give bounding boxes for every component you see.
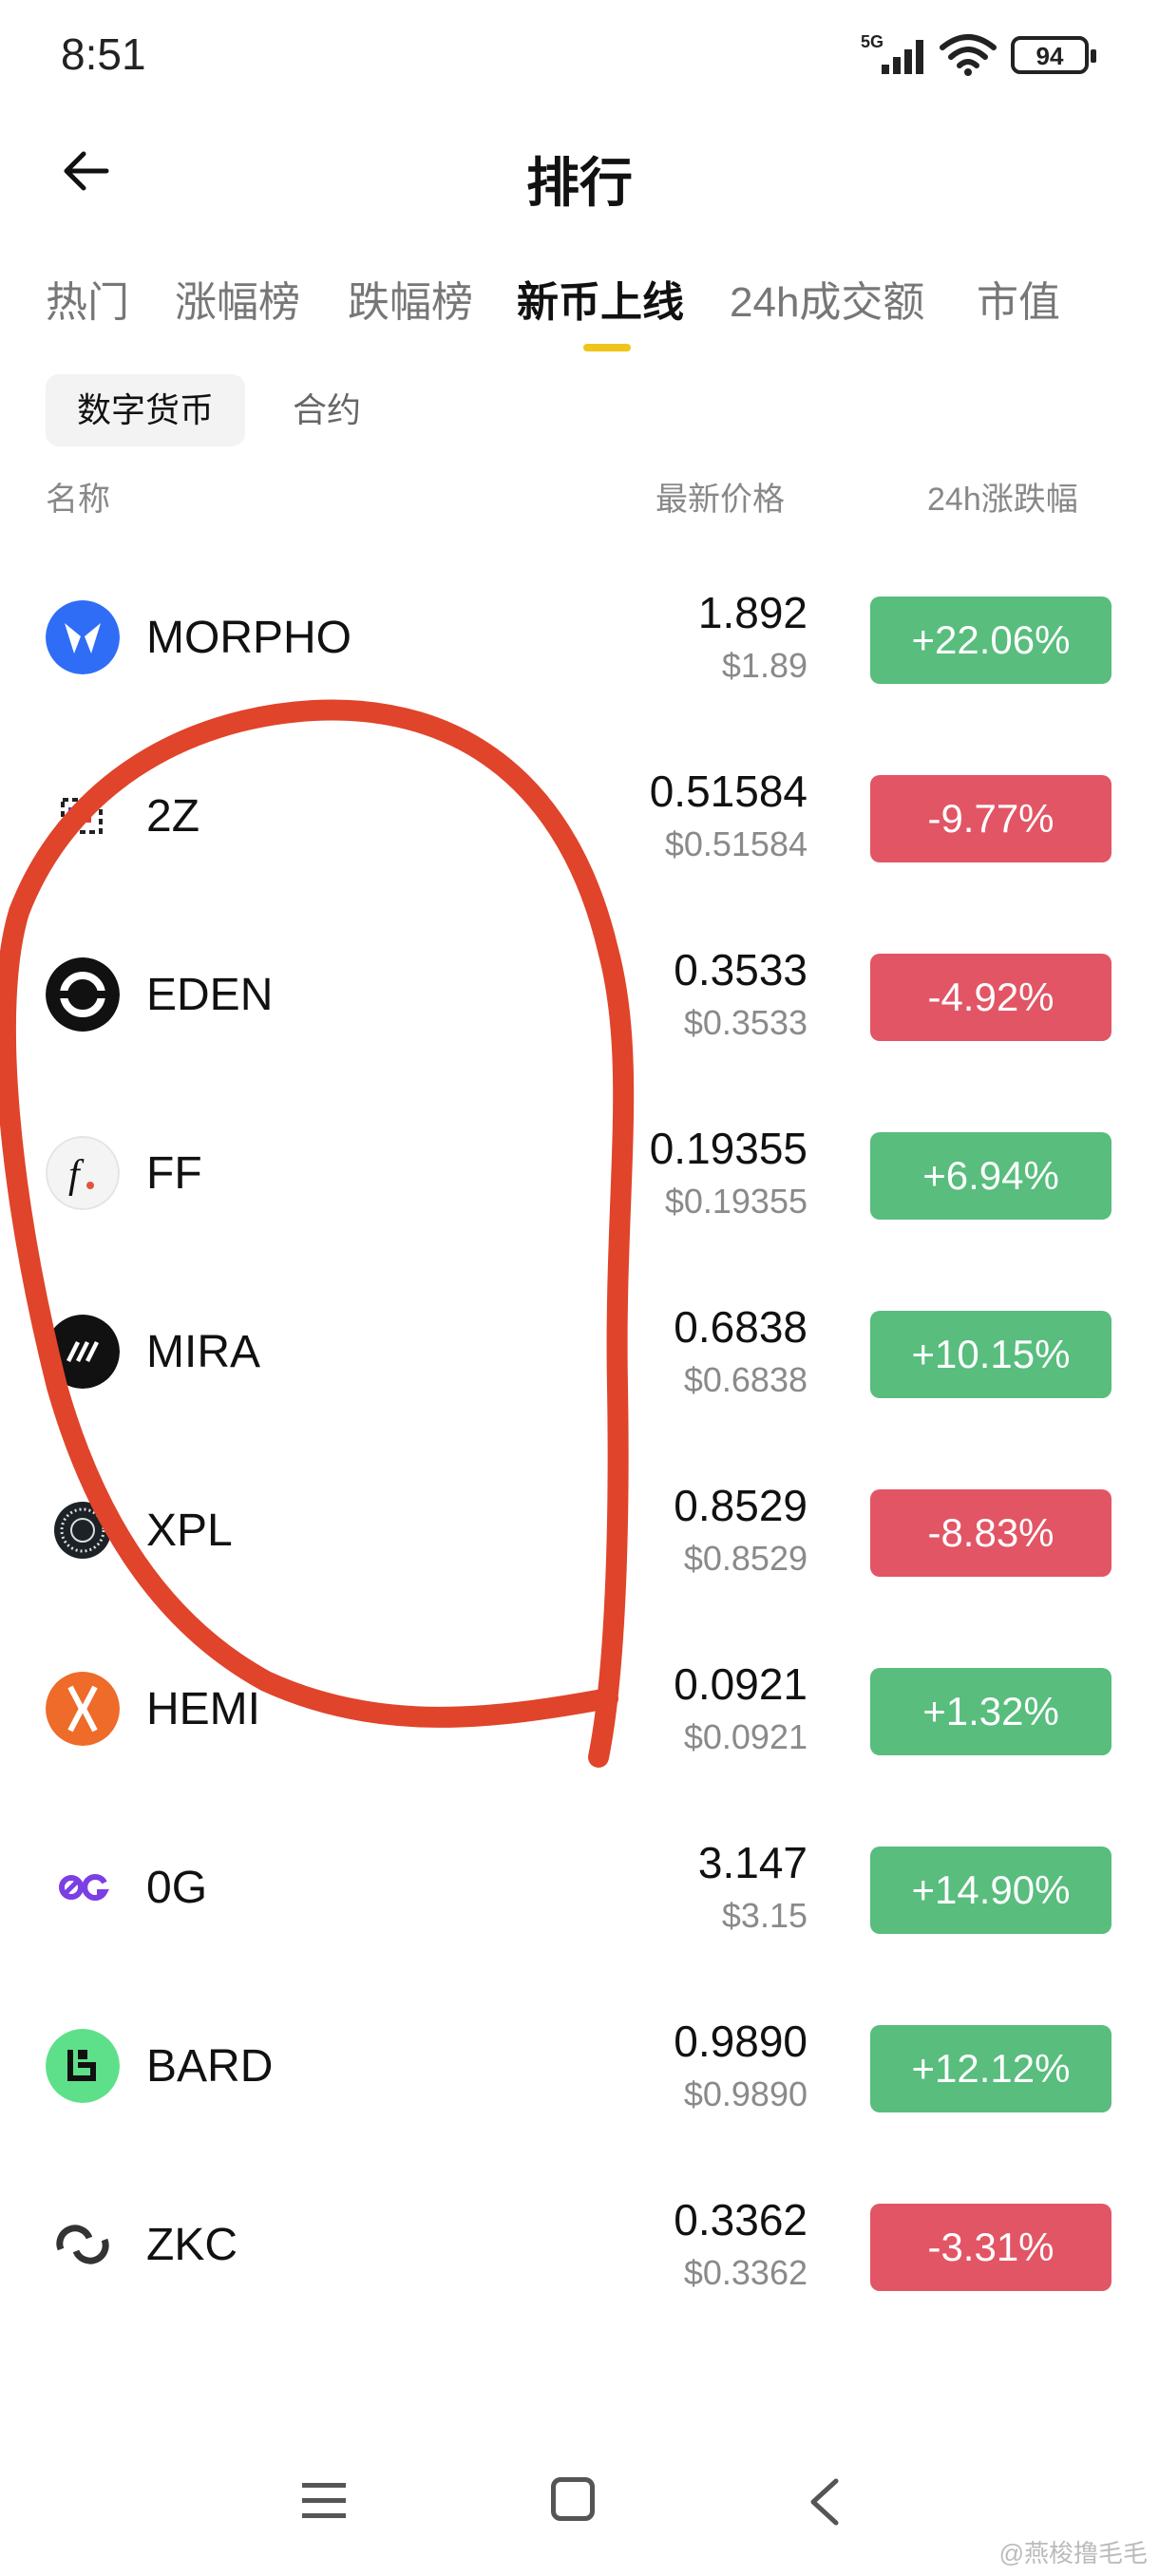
coin-row[interactable]: ZKC 0.3362 $0.3362 -3.31%	[0, 2160, 1159, 2339]
change-badge[interactable]: +10.15%	[870, 1311, 1112, 1398]
coin-price: 3.147	[697, 1838, 808, 1887]
subtab-contracts[interactable]: 合约	[293, 374, 361, 446]
coin-row[interactable]: 2Z 0.51584 $0.51584 -9.77%	[0, 731, 1159, 910]
eden-logo-icon	[46, 957, 120, 1032]
coin-usd-price: $0.6838	[683, 1360, 808, 1399]
morpho-logo-icon	[46, 600, 120, 674]
battery-level: 94	[1036, 42, 1064, 70]
coin-row[interactable]: BARD 0.9890 $0.9890 +12.12%	[0, 1981, 1159, 2160]
coin-usd-price: $0.3533	[683, 1003, 808, 1042]
network-label: 5G	[861, 32, 884, 51]
bard-logo-icon	[46, 2029, 120, 2103]
change-badge[interactable]: +22.06%	[870, 597, 1112, 684]
coin-name: 0G	[146, 1863, 208, 1913]
coin-price: 0.3362	[674, 2195, 808, 2245]
coin-row[interactable]: 0G 3.147 $3.15 +14.90%	[0, 1803, 1159, 1981]
coin-name: MIRA	[146, 1327, 260, 1377]
tab-hot[interactable]: 热门	[46, 268, 129, 329]
ff-logo-icon: f	[46, 1136, 120, 1210]
2z-logo-icon	[46, 779, 120, 853]
coin-price: 0.6838	[674, 1302, 808, 1352]
coin-name: BARD	[146, 2041, 274, 2092]
coin-row[interactable]: EDEN 0.3533 $0.3533 -4.92%	[0, 910, 1159, 1089]
coin-row[interactable]: XPL 0.8529 $0.8529 -8.83%	[0, 1446, 1159, 1624]
coin-row[interactable]: HEMI 0.0921 $0.0921 +1.32%	[0, 1624, 1159, 1803]
active-tab-indicator	[583, 344, 631, 351]
column-header-change[interactable]: 24h涨跌幅	[927, 473, 1078, 520]
tab-24h-volume[interactable]: 24h成交额	[730, 268, 924, 329]
status-bar: 8:51 5G 94	[0, 0, 1159, 114]
coin-price: 0.3533	[674, 945, 808, 994]
column-header-name[interactable]: 名称	[46, 473, 110, 520]
tab-market-cap[interactable]: 市值	[977, 268, 1060, 329]
coin-usd-price: $0.8529	[683, 1539, 808, 1578]
change-badge[interactable]: -9.77%	[870, 775, 1112, 862]
tab-losers[interactable]: 跌幅榜	[348, 268, 473, 329]
coin-name: MORPHO	[146, 613, 352, 663]
coin-price: 0.8529	[674, 1481, 808, 1530]
watermark: @燕梭撸毛毛	[998, 2539, 1148, 2567]
change-badge[interactable]: -8.83%	[870, 1489, 1112, 1577]
hemi-logo-icon	[46, 1672, 120, 1746]
tab-new-listings[interactable]: 新币上线	[517, 268, 684, 329]
coin-row[interactable]: MORPHO 1.892 $1.89 +22.06%	[0, 553, 1159, 731]
xpl-logo-icon	[46, 1493, 120, 1567]
coin-usd-price: $3.15	[721, 1896, 808, 1935]
coin-row[interactable]: f FF 0.19355 $0.19355 +6.94%	[0, 1089, 1159, 1267]
coin-price: 1.892	[697, 588, 808, 637]
cellular-signal-icon: 5G	[861, 32, 923, 74]
coin-name: HEMI	[146, 1684, 260, 1734]
coin-name: 2Z	[146, 791, 200, 842]
system-back-icon[interactable]	[808, 2477, 842, 2527]
coin-usd-price: $0.3362	[683, 2253, 808, 2292]
coin-usd-price: $0.0921	[683, 1717, 808, 1756]
battery-icon: 94	[1011, 36, 1096, 74]
coin-row[interactable]: MIRA 0.6838 $0.6838 +10.15%	[0, 1267, 1159, 1446]
change-badge[interactable]: +1.32%	[870, 1668, 1112, 1755]
coin-name: ZKC	[146, 2220, 238, 2270]
coin-name: FF	[146, 1148, 202, 1199]
coin-price: 0.51584	[649, 767, 808, 816]
change-badge[interactable]: +12.12%	[870, 2025, 1112, 2112]
zkc-logo-icon	[46, 2207, 120, 2282]
column-header-price[interactable]: 最新价格	[656, 473, 785, 520]
coin-name: XPL	[146, 1506, 233, 1556]
coin-usd-price: $1.89	[721, 646, 808, 685]
home-button-icon[interactable]	[551, 2477, 595, 2521]
coin-usd-price: $0.19355	[664, 1182, 808, 1221]
status-time: 8:51	[61, 29, 146, 79]
coin-price: 0.9890	[674, 2017, 808, 2066]
tab-gainers[interactable]: 涨幅榜	[175, 268, 300, 329]
change-badge[interactable]: +14.90%	[870, 1847, 1112, 1934]
recent-apps-icon[interactable]	[300, 2479, 348, 2523]
coin-usd-price: $0.9890	[683, 2074, 808, 2113]
0g-logo-icon	[46, 1850, 120, 1924]
mira-logo-icon	[46, 1315, 120, 1389]
coin-usd-price: $0.51584	[664, 824, 808, 863]
wifi-icon	[940, 34, 997, 76]
change-badge[interactable]: -4.92%	[870, 954, 1112, 1041]
change-badge[interactable]: -3.31%	[870, 2204, 1112, 2291]
coin-name: EDEN	[146, 970, 274, 1020]
change-badge[interactable]: +6.94%	[870, 1132, 1112, 1220]
system-navigation-bar	[0, 2451, 1159, 2565]
coin-price: 0.19355	[649, 1124, 808, 1173]
subtab-spot-crypto[interactable]: 数字货币	[46, 374, 245, 446]
coin-price: 0.0921	[674, 1659, 808, 1709]
page-title: 排行	[526, 153, 633, 213]
